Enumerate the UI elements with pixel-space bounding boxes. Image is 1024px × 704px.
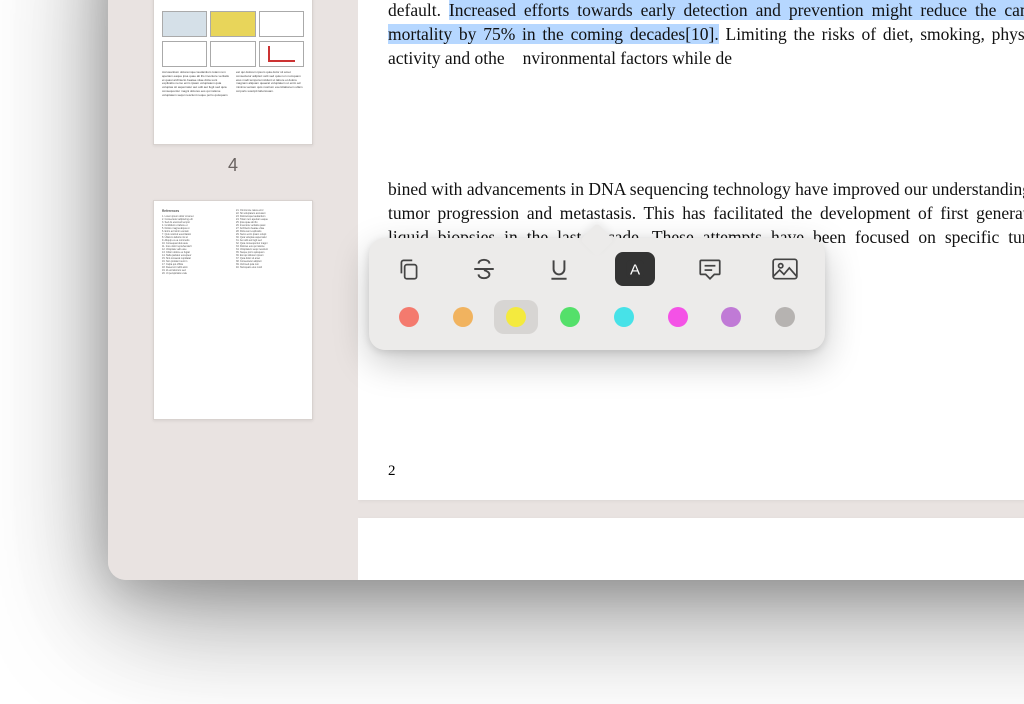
underline-icon xyxy=(546,256,572,282)
highlight-button[interactable]: A xyxy=(615,252,655,286)
copy-button[interactable] xyxy=(389,252,429,286)
color-dot xyxy=(453,307,473,327)
references-header: References xyxy=(162,209,230,213)
color-dot xyxy=(614,307,634,327)
page-thumbnail-4[interactable]: Lorem ipsum dolor sit amet consectetur a… xyxy=(153,0,313,145)
color-swatch-purple[interactable] xyxy=(709,300,753,334)
annotation-toolbar: A xyxy=(369,238,825,350)
page-thumbnail-5[interactable]: References 1. Lorem ipsum dolor sit amet… xyxy=(153,200,313,420)
svg-text:A: A xyxy=(630,261,641,278)
color-swatch-orange[interactable] xyxy=(441,300,485,334)
color-swatch-pink[interactable] xyxy=(656,300,700,334)
color-swatch-cyan[interactable] xyxy=(602,300,646,334)
underline-button[interactable] xyxy=(539,252,579,286)
thumbnail-sidebar[interactable]: 3 Lorem ipsum dolor sit amet consectetur… xyxy=(108,0,358,580)
strikethrough-button[interactable] xyxy=(464,252,504,286)
comment-icon xyxy=(697,256,723,282)
color-dot xyxy=(775,307,795,327)
color-dot xyxy=(721,307,741,327)
strikethrough-icon xyxy=(471,256,497,282)
color-swatch-gray[interactable] xyxy=(763,300,807,334)
color-swatch-yellow[interactable] xyxy=(494,300,538,334)
comment-button[interactable] xyxy=(690,252,730,286)
color-swatch-red[interactable] xyxy=(387,300,431,334)
text-column-left[interactable]: to as metastasis and it is a defining ch… xyxy=(388,0,1024,474)
color-dot xyxy=(506,307,526,327)
thumb-label-4: 4 xyxy=(228,155,238,176)
color-swatch-green[interactable] xyxy=(548,300,592,334)
page-number: 2 xyxy=(388,463,396,480)
color-dot xyxy=(399,307,419,327)
color-dot xyxy=(668,307,688,327)
image-icon xyxy=(771,256,799,282)
image-button[interactable] xyxy=(765,252,805,286)
page-3 xyxy=(358,518,1024,580)
highlight-icon: A xyxy=(622,256,648,282)
copy-icon xyxy=(396,256,422,282)
body-text: nvironmental factors while de­ xyxy=(523,48,732,68)
color-picker-row xyxy=(387,298,807,334)
color-dot xyxy=(560,307,580,327)
